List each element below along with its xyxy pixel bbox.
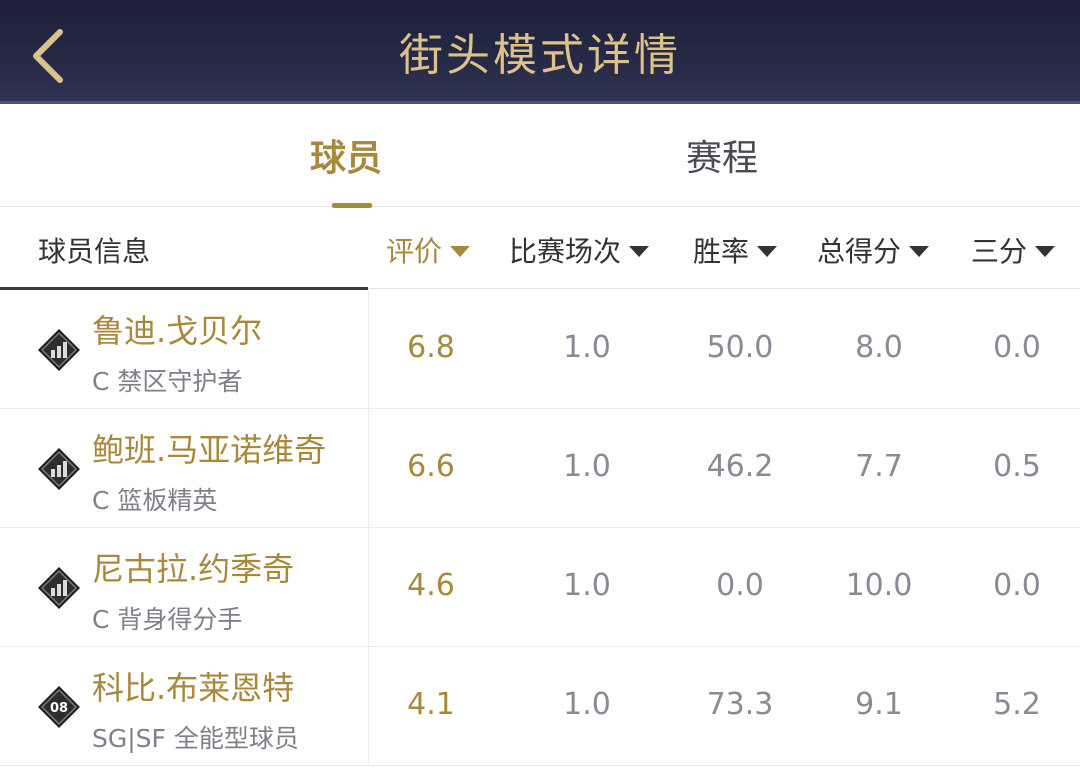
sort-down-icon <box>909 245 930 257</box>
table-header: 球员信息 评价 比赛场次 胜率 总得分 三分 <box>0 208 1080 290</box>
header-divider <box>368 288 1080 289</box>
top-bar: 街头模式详情 <box>0 0 1080 104</box>
cell-win-rate: 73.3 <box>706 687 774 722</box>
sort-winrate-label: 胜率 <box>693 235 750 268</box>
sort-down-icon <box>1035 245 1056 257</box>
cell-rating: 4.1 <box>407 687 455 722</box>
cell-win-rate: 46.2 <box>706 449 774 484</box>
cell-win-rate: 0.0 <box>716 568 764 603</box>
player-role: C 背身得分手 <box>92 605 243 634</box>
player-name: 科比.布莱恩特 <box>92 669 295 707</box>
cell-threes: 5.2 <box>993 687 1041 722</box>
bar-chart-badge-icon <box>38 448 80 490</box>
cell-points: 8.0 <box>855 330 903 365</box>
cell-points: 9.1 <box>855 687 903 722</box>
sort-points-button[interactable]: 总得分 <box>817 230 930 270</box>
cell-win-rate: 50.0 <box>706 330 774 365</box>
tab-bar: 球员 赛程 <box>0 107 1080 208</box>
sort-threes-button[interactable]: 三分 <box>971 230 1056 270</box>
page-title: 街头模式详情 <box>399 30 681 81</box>
player-role: C 禁区守护者 <box>92 367 243 396</box>
sort-points-label: 总得分 <box>817 235 902 268</box>
table-row[interactable]: 鲁迪.戈贝尔 C 禁区守护者 6.8 1.0 50.0 8.0 0.0 <box>0 290 1080 409</box>
cell-games: 1.0 <box>563 449 611 484</box>
sort-rating-button[interactable]: 评价 <box>386 230 471 270</box>
number-badge-icon: 08 <box>38 686 80 728</box>
sort-down-icon <box>629 245 650 257</box>
sort-winrate-button[interactable]: 胜率 <box>693 230 778 270</box>
sort-down-icon <box>757 245 778 257</box>
sort-games-label: 比赛场次 <box>509 235 622 268</box>
cell-threes: 0.0 <box>993 568 1041 603</box>
player-list: 鲁迪.戈贝尔 C 禁区守护者 6.8 1.0 50.0 8.0 0.0 鲍班.马… <box>0 290 1080 766</box>
sort-down-icon <box>450 245 471 257</box>
cell-threes: 0.5 <box>993 449 1041 484</box>
tab-players[interactable]: 球员 <box>310 135 382 183</box>
cell-rating: 6.8 <box>407 330 455 365</box>
table-row[interactable]: 尼古拉.约季奇 C 背身得分手 4.6 1.0 0.0 10.0 0.0 <box>0 528 1080 647</box>
column-player-info: 球员信息 <box>38 235 151 268</box>
table-row[interactable]: 鲍班.马亚诺维奇 C 篮板精英 6.6 1.0 46.2 7.7 0.5 <box>0 409 1080 528</box>
cell-points: 10.0 <box>845 568 913 603</box>
cell-rating: 4.6 <box>407 568 455 603</box>
bar-chart-badge-icon <box>38 329 80 371</box>
sort-threes-label: 三分 <box>971 235 1028 268</box>
tab-schedule[interactable]: 赛程 <box>686 135 758 183</box>
player-name: 鲁迪.戈贝尔 <box>92 312 263 350</box>
cell-rating: 6.6 <box>407 449 455 484</box>
player-role: C 篮板精英 <box>92 486 218 515</box>
cell-games: 1.0 <box>563 568 611 603</box>
player-name: 鲍班.马亚诺维奇 <box>92 431 327 469</box>
player-role: SG|SF 全能型球员 <box>92 724 299 753</box>
sort-games-button[interactable]: 比赛场次 <box>509 230 650 270</box>
table-row[interactable]: 08 科比.布莱恩特 SG|SF 全能型球员 4.1 1.0 73.3 9.1 … <box>0 647 1080 766</box>
badge-number: 08 <box>50 701 68 716</box>
sort-rating-label: 评价 <box>386 235 443 268</box>
cell-threes: 0.0 <box>993 330 1041 365</box>
cell-points: 7.7 <box>855 449 903 484</box>
player-name: 尼古拉.约季奇 <box>92 550 295 588</box>
bar-chart-badge-icon <box>38 567 80 609</box>
cell-games: 1.0 <box>563 330 611 365</box>
cell-games: 1.0 <box>563 687 611 722</box>
